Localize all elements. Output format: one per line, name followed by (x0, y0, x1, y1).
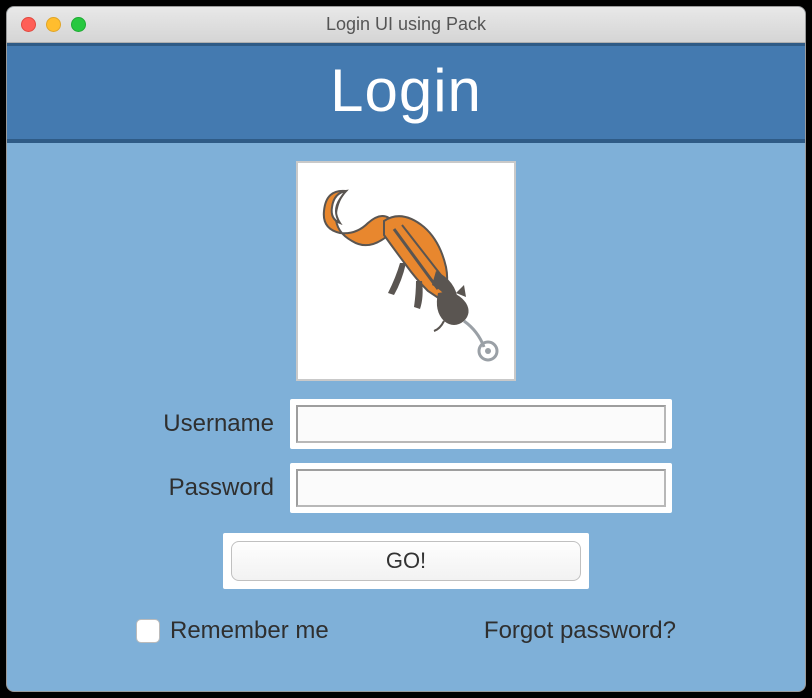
fox-icon (306, 171, 506, 371)
bottom-row: Remember me Forgot password? (136, 617, 676, 645)
submit-button[interactable]: GO! (231, 541, 581, 581)
username-input-wrap (290, 399, 672, 449)
password-row: Password (140, 463, 672, 513)
remember-label: Remember me (170, 617, 329, 645)
forgot-password-link[interactable]: Forgot password? (484, 617, 676, 645)
password-input-wrap (290, 463, 672, 513)
traffic-lights (7, 17, 86, 32)
username-row: Username (140, 399, 672, 449)
app-window: Login UI using Pack Login (6, 6, 806, 692)
close-icon[interactable] (21, 17, 36, 32)
username-input[interactable] (296, 405, 666, 443)
submit-wrap: GO! (223, 533, 589, 589)
header-banner: Login (7, 43, 805, 143)
logo-box (296, 161, 516, 381)
remember-checkbox[interactable] (136, 619, 160, 643)
window-title: Login UI using Pack (7, 14, 805, 35)
username-label: Username (140, 410, 290, 438)
password-label: Password (140, 474, 290, 502)
page-title: Login (7, 56, 805, 125)
maximize-icon[interactable] (71, 17, 86, 32)
remember-me[interactable]: Remember me (136, 617, 329, 645)
titlebar: Login UI using Pack (7, 7, 805, 43)
minimize-icon[interactable] (46, 17, 61, 32)
password-input[interactable] (296, 469, 666, 507)
content-area: Username Password GO! Remember me Forgot… (7, 143, 805, 691)
